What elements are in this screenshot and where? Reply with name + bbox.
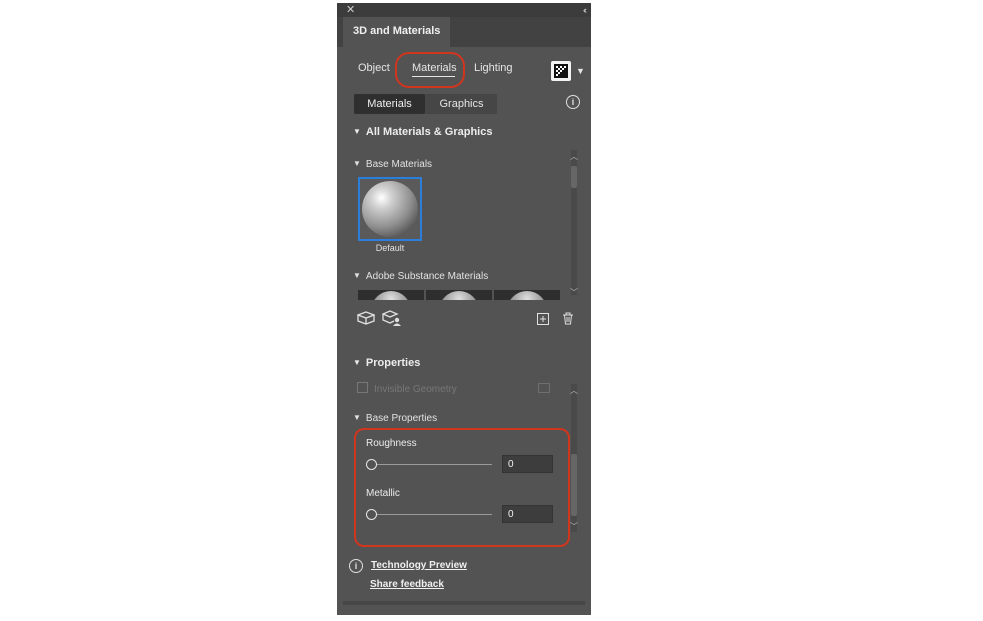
segment-graphics[interactable]: Graphics	[426, 94, 497, 114]
substance-swatch[interactable]	[426, 290, 492, 300]
substance-swatch[interactable]	[358, 290, 424, 300]
substance-swatch[interactable]	[494, 290, 560, 300]
3d-materials-panel: ✕ ‹‹ 3D and Materials Object Materials L…	[337, 3, 591, 615]
render-icon[interactable]	[551, 61, 571, 81]
base-properties-label: Base Properties	[365, 413, 438, 424]
invisible-geometry-row[interactable]: Invisible Geometry	[357, 382, 457, 395]
chevron-down-icon[interactable]: ﹀	[570, 521, 578, 532]
properties-scroll-thumb[interactable]	[571, 454, 577, 516]
chevron-down-icon[interactable]: ﹀	[570, 287, 578, 298]
eye-icon	[538, 383, 550, 393]
share-feedback-link[interactable]: Share feedback	[370, 579, 444, 590]
base-materials-label: Base Materials	[365, 159, 433, 170]
checkbox[interactable]	[357, 382, 368, 393]
cube-user-icon[interactable]	[382, 310, 402, 327]
substance-materials-heading[interactable]: ▼ Adobe Substance Materials	[353, 271, 488, 282]
segment-materials[interactable]: Materials	[354, 94, 425, 114]
trash-icon[interactable]	[562, 312, 574, 325]
info-icon: i	[349, 559, 363, 573]
highlight-annotation-properties	[354, 428, 570, 547]
chevron-down-icon: ▼	[353, 271, 361, 280]
panel-resize-bar[interactable]	[343, 601, 585, 605]
tab-object[interactable]: Object	[358, 62, 390, 74]
double-chevron-icon[interactable]: ‹‹	[583, 4, 587, 16]
substance-materials-label: Adobe Substance Materials	[365, 271, 489, 282]
chevron-down-icon[interactable]: ▼	[576, 66, 585, 76]
base-properties-heading[interactable]: ▼ Base Properties	[353, 413, 437, 424]
panel-header: 3D and Materials	[337, 17, 591, 47]
material-swatch-default[interactable]	[358, 177, 422, 241]
properties-label: Properties	[365, 357, 421, 369]
material-swatch-label: Default	[375, 243, 405, 253]
panel-title[interactable]: 3D and Materials	[343, 17, 451, 47]
base-materials-heading[interactable]: ▼ Base Materials	[353, 159, 432, 170]
chevron-down-icon: ▼	[353, 159, 361, 168]
materials-graphics-toggle: Materials Graphics	[354, 94, 497, 114]
cube-icon[interactable]	[357, 311, 375, 325]
sphere-preview	[362, 181, 418, 237]
chevron-down-icon: ▼	[353, 127, 361, 136]
all-materials-heading[interactable]: ▼ All Materials & Graphics	[353, 126, 492, 138]
technology-preview-link[interactable]: Technology Preview	[371, 560, 467, 571]
all-materials-label: All Materials & Graphics	[365, 126, 493, 138]
chevron-down-icon: ▼	[353, 358, 361, 367]
close-icon[interactable]: ✕	[346, 4, 355, 16]
library-scroll-thumb[interactable]	[571, 166, 577, 188]
plus-square-icon[interactable]	[537, 313, 549, 325]
chevron-up-icon[interactable]: ︿	[570, 151, 578, 162]
chevron-down-icon: ▼	[353, 413, 361, 422]
info-icon[interactable]: i	[566, 95, 580, 109]
highlight-annotation-tabs	[395, 52, 465, 88]
invisible-geometry-label: Invisible Geometry	[374, 384, 457, 395]
tab-lighting[interactable]: Lighting	[474, 62, 513, 74]
chevron-up-icon[interactable]: ︿	[570, 385, 578, 396]
properties-heading[interactable]: ▼ Properties	[353, 357, 420, 369]
panel-topbar: ✕ ‹‹	[337, 3, 591, 17]
